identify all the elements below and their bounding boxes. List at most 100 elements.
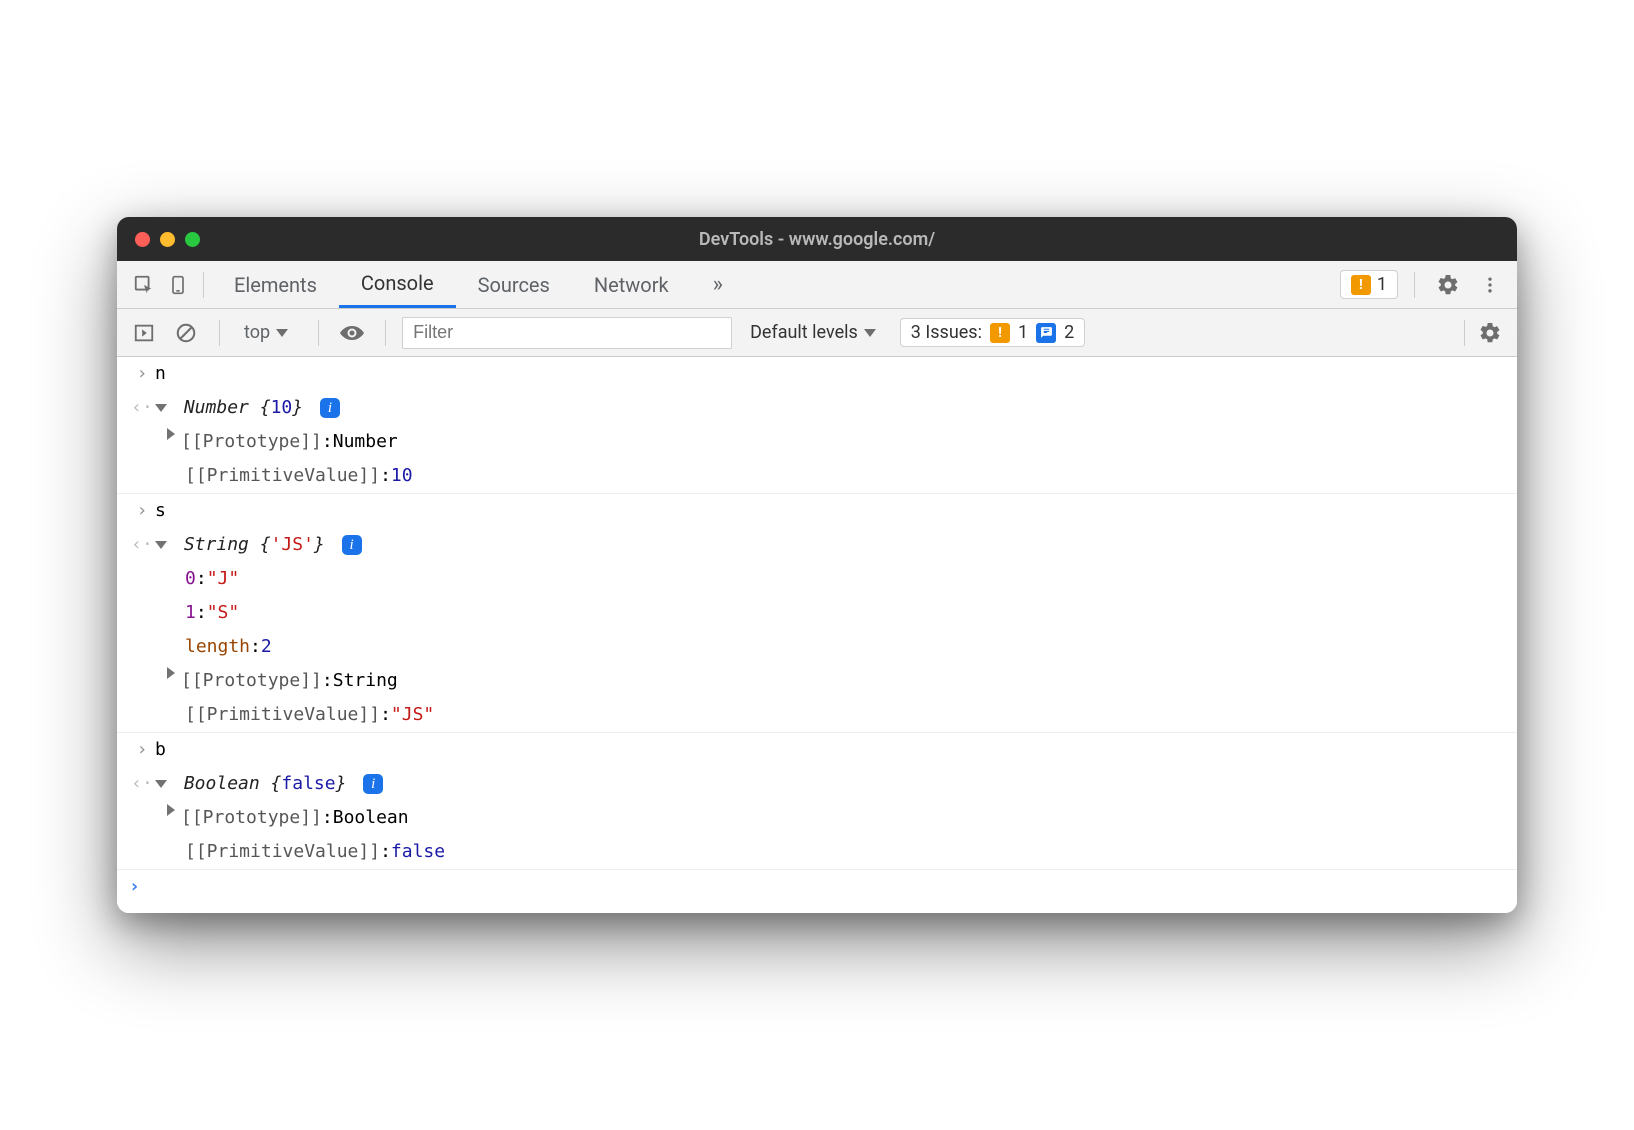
close-button[interactable]	[135, 232, 150, 247]
object-preview: 10	[271, 397, 293, 418]
divider	[219, 320, 220, 346]
property-value: "S"	[207, 599, 240, 627]
divider	[1414, 272, 1415, 298]
property-key: [[PrimitiveValue]]	[185, 838, 380, 866]
property-key: [[PrimitiveValue]]	[185, 701, 380, 729]
expand-toggle-icon[interactable]	[167, 667, 175, 679]
console-toolbar: top Default levels 3 Issues: ! 1 2	[117, 309, 1517, 357]
input-row[interactable]: › b	[117, 733, 1517, 767]
input-chevron-icon: ›	[129, 360, 155, 388]
property-value: Boolean	[333, 804, 409, 832]
live-expression-icon[interactable]	[335, 316, 369, 350]
result-row[interactable]: ‹· String {'JS'} i	[117, 528, 1517, 562]
info-icon[interactable]: i	[342, 535, 362, 555]
input-expression: b	[155, 736, 1505, 764]
console-output: › n ‹· Number {10} i [[Prototype]]: Numb…	[117, 357, 1517, 913]
property-value: false	[391, 838, 445, 866]
expand-toggle-icon[interactable]	[167, 428, 175, 440]
sidebar-toggle-icon[interactable]	[127, 316, 161, 350]
object-class: String	[184, 534, 249, 555]
property-key: 1	[185, 599, 196, 627]
context-label: top	[244, 322, 270, 343]
tab-network[interactable]: Network	[572, 261, 691, 308]
divider	[318, 320, 319, 346]
property-row[interactable]: [[PrimitiveValue]]: 10	[117, 459, 1517, 493]
tab-overflow[interactable]: »	[691, 261, 745, 308]
prompt-chevron-icon: ›	[129, 876, 155, 897]
tab-console[interactable]: Console	[339, 261, 456, 308]
input-expression: n	[155, 360, 1505, 388]
property-value: "J"	[207, 565, 240, 593]
expand-toggle-icon[interactable]	[155, 541, 167, 549]
expand-toggle-icon[interactable]	[167, 804, 175, 816]
divider	[1464, 320, 1465, 346]
property-row[interactable]: [[Prototype]]: String	[117, 664, 1517, 698]
settings-icon[interactable]	[1431, 268, 1465, 302]
input-expression: s	[155, 497, 1505, 525]
inspect-element-icon[interactable]	[127, 268, 161, 302]
property-row[interactable]: [[Prototype]]: Boolean	[117, 801, 1517, 835]
return-chevron-icon: ‹·	[129, 394, 155, 422]
info-icon[interactable]: i	[320, 398, 340, 418]
device-toggle-icon[interactable]	[161, 268, 195, 302]
warning-icon: !	[1351, 275, 1371, 295]
property-value: 2	[261, 633, 272, 661]
property-row[interactable]: 0: "J"	[117, 562, 1517, 596]
property-value: Number	[333, 428, 398, 456]
info-icon[interactable]: i	[363, 774, 383, 794]
property-value: String	[333, 667, 398, 695]
warnings-badge[interactable]: ! 1	[1340, 270, 1398, 299]
console-settings-icon[interactable]	[1473, 316, 1507, 350]
console-entry-n: › n ‹· Number {10} i [[Prototype]]: Numb…	[117, 357, 1517, 494]
result-row[interactable]: ‹· Number {10} i	[117, 391, 1517, 425]
chevron-down-icon	[864, 329, 876, 337]
object-preview: false	[281, 773, 335, 794]
property-row[interactable]: 1: "S"	[117, 596, 1517, 630]
minimize-button[interactable]	[160, 232, 175, 247]
levels-label: Default levels	[750, 322, 858, 343]
console-prompt[interactable]: ›	[117, 870, 1517, 903]
property-row[interactable]: length: 2	[117, 630, 1517, 664]
tabs: Elements Console Sources Network »	[212, 261, 745, 308]
kebab-menu-icon[interactable]	[1473, 268, 1507, 302]
property-key: [[Prototype]]	[181, 667, 322, 695]
input-row[interactable]: › s	[117, 494, 1517, 528]
main-tabbar: Elements Console Sources Network » ! 1	[117, 261, 1517, 309]
input-row[interactable]: › n	[117, 357, 1517, 391]
input-chevron-icon: ›	[129, 736, 155, 764]
divider	[203, 272, 204, 298]
property-row[interactable]: [[PrimitiveValue]]: "JS"	[117, 698, 1517, 732]
log-levels-selector[interactable]: Default levels	[740, 322, 892, 343]
property-key: 0	[185, 565, 196, 593]
warnings-count: 1	[1377, 274, 1387, 295]
input-chevron-icon: ›	[129, 497, 155, 525]
issues-badge[interactable]: 3 Issues: ! 1 2	[900, 318, 1085, 347]
property-value: "JS"	[391, 701, 434, 729]
console-entry-b: › b ‹· Boolean {false} i [[Prototype]]: …	[117, 733, 1517, 870]
issues-msg-count: 2	[1064, 322, 1074, 343]
message-icon	[1036, 323, 1056, 343]
devtools-window: DevTools - www.google.com/ Elements Cons…	[117, 217, 1517, 913]
window-title: DevTools - www.google.com/	[699, 229, 935, 250]
property-value: 10	[391, 462, 413, 490]
maximize-button[interactable]	[185, 232, 200, 247]
property-key: length	[185, 633, 250, 661]
result-row[interactable]: ‹· Boolean {false} i	[117, 767, 1517, 801]
tab-elements[interactable]: Elements	[212, 261, 339, 308]
property-key: [[PrimitiveValue]]	[185, 462, 380, 490]
clear-console-icon[interactable]	[169, 316, 203, 350]
object-preview: 'JS'	[271, 534, 314, 555]
expand-toggle-icon[interactable]	[155, 780, 167, 788]
object-class: Number	[184, 397, 249, 418]
expand-toggle-icon[interactable]	[155, 404, 167, 412]
object-class: Boolean	[184, 773, 260, 794]
property-row[interactable]: [[Prototype]]: Number	[117, 425, 1517, 459]
property-row[interactable]: [[PrimitiveValue]]: false	[117, 835, 1517, 869]
warning-icon: !	[990, 323, 1010, 343]
issues-warn-count: 1	[1018, 322, 1028, 343]
context-selector[interactable]: top	[236, 322, 302, 343]
filter-input[interactable]	[402, 317, 732, 349]
tab-sources[interactable]: Sources	[456, 261, 572, 308]
return-chevron-icon: ‹·	[129, 770, 155, 798]
chevron-down-icon	[276, 329, 288, 337]
